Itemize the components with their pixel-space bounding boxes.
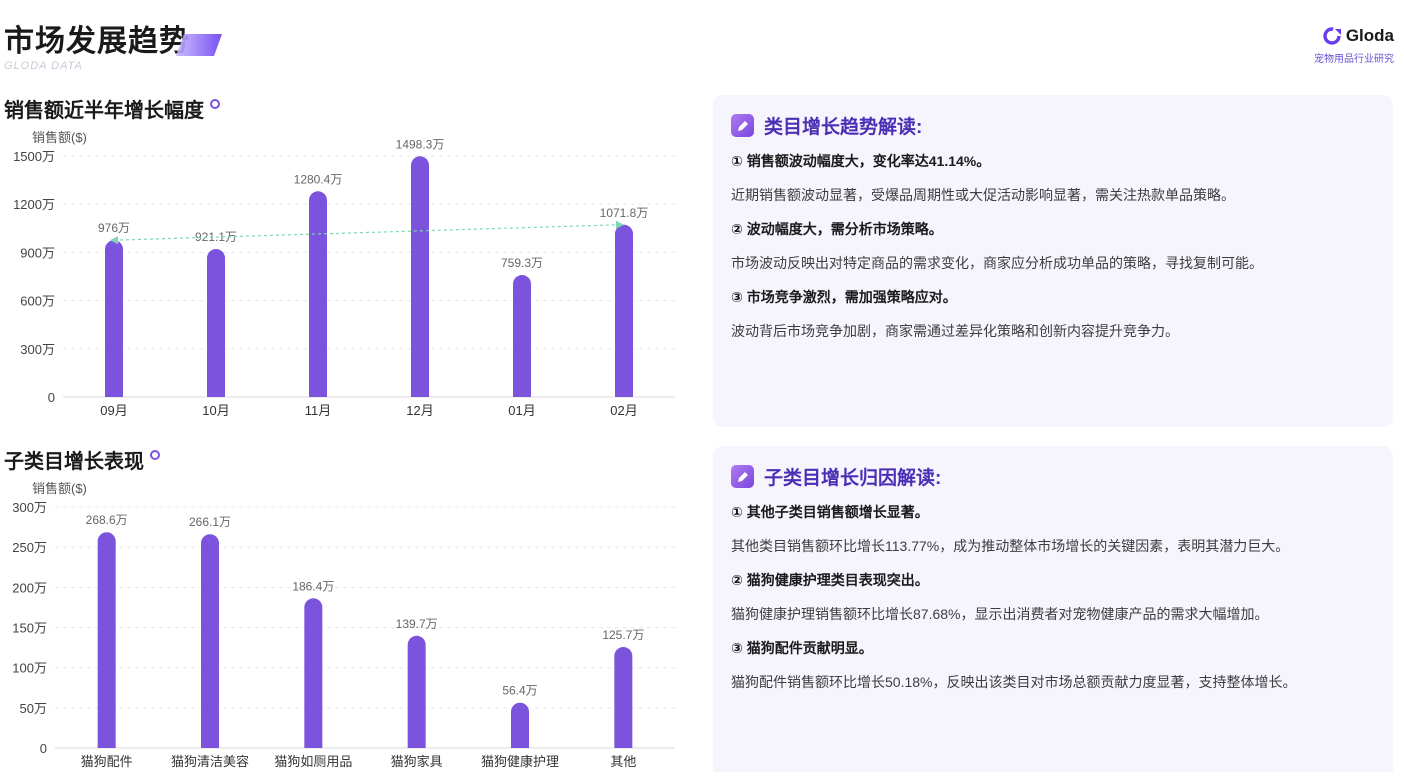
sub-insight-panel: 子类目增长归因解读: ① 其他子类目销售额增长显著。 其他类目销售额环比增长11… xyxy=(713,446,1393,772)
bar xyxy=(411,156,429,397)
x-tick-label: 11月 xyxy=(305,403,332,418)
trend-line xyxy=(113,224,619,241)
insight-item: ③ 猫狗配件贡献明显。 猫狗配件销售额环比增长50.18%，反映出该类目对市场总… xyxy=(731,638,1375,692)
bar xyxy=(105,240,123,397)
title-dot-icon xyxy=(210,98,220,109)
x-tick-label: 01月 xyxy=(508,403,535,418)
x-tick-label: 其他 xyxy=(610,754,636,769)
bar xyxy=(513,275,531,397)
y-tick-label: 150万 xyxy=(12,621,47,636)
y-tick-label: 250万 xyxy=(12,540,47,555)
trend-panel-title: 类目增长趋势解读: xyxy=(764,117,923,138)
bar xyxy=(207,249,225,397)
brand-tagline: 宠物用品行业研究 xyxy=(1314,54,1394,65)
y-tick-label: 300万 xyxy=(12,500,47,515)
bar xyxy=(407,635,426,748)
insight-item: ① 销售额波动幅度大，变化率达41.14%。 近期销售额波动显著，受爆品周期性或… xyxy=(731,151,1375,205)
chart-svg: 销售额($)0300万600万900万1200万1500万976万09月921.… xyxy=(13,130,675,418)
sub-section-title: 子类目增长表现 xyxy=(4,445,160,474)
bar xyxy=(304,598,323,748)
bar-value-label: 186.4万 xyxy=(292,579,334,593)
x-tick-label: 猫狗清洁美容 xyxy=(171,754,249,769)
x-tick-label: 猫狗健康护理 xyxy=(481,754,559,769)
page-title: 市场发展趋势 xyxy=(4,25,190,58)
y-tick-label: 900万 xyxy=(20,245,55,260)
bar-value-label: 125.7万 xyxy=(602,628,644,642)
bar-value-label: 266.1万 xyxy=(189,515,231,529)
bar-value-label: 759.3万 xyxy=(501,256,543,270)
y-tick-label: 300万 xyxy=(20,342,55,357)
bar xyxy=(201,534,219,748)
insight-body: 波动背后市场竞争加剧，商家需通过差异化策略和创新内容提升竞争力。 xyxy=(731,323,1179,339)
bar-value-label: 1071.8万 xyxy=(600,206,649,220)
brand: Gloda 宠物用品行业研究 xyxy=(1314,26,1394,65)
x-tick-label: 猫狗如厕用品 xyxy=(274,754,352,769)
x-tick-label: 09月 xyxy=(100,403,127,418)
bar xyxy=(97,532,116,748)
page-subtitle: GLODA DATA xyxy=(4,60,83,72)
pen-icon xyxy=(731,114,754,137)
y-tick-label: 50万 xyxy=(20,701,47,716)
insight-item: ① 其他子类目销售额增长显著。 其他类目销售额环比增长113.77%，成为推动整… xyxy=(731,502,1375,556)
insight-head: ③ 猫狗配件贡献明显。 xyxy=(731,640,873,656)
y-tick-label: 1500万 xyxy=(13,149,55,164)
insight-body: 猫狗配件销售额环比增长50.18%，反映出该类目对市场总额贡献力度显著，支持整体… xyxy=(731,674,1297,690)
insight-item: ③ 市场竞争激烈，需加强策略应对。 波动背后市场竞争加剧，商家需通过差异化策略和… xyxy=(731,287,1375,341)
y-tick-label: 100万 xyxy=(12,661,47,676)
bar xyxy=(309,191,327,397)
bar-value-label: 268.6万 xyxy=(86,513,128,527)
y-tick-label: 0 xyxy=(48,390,55,405)
bar xyxy=(614,647,633,748)
chart-svg: 销售额($) 0 50万 100万 150万 200万 250万 300万 268.6万猫狗配件… xyxy=(12,481,675,769)
brand-logo-icon xyxy=(1323,27,1341,45)
insight-body: 猫狗健康护理销售额环比增长87.68%，显示出消费者对宠物健康产品的需求大幅增加… xyxy=(731,606,1269,622)
insight-item: ② 波动幅度大，需分析市场策略。 市场波动反映出对特定商品的需求变化，商家应分析… xyxy=(731,219,1375,273)
insight-head: ② 波动幅度大，需分析市场策略。 xyxy=(731,221,943,237)
insight-head: ③ 市场竞争激烈，需加强策略应对。 xyxy=(731,289,957,305)
insight-body: 其他类目销售额环比增长113.77%，成为推动整体市场增长的关键因素，表明其潜力… xyxy=(731,538,1290,554)
insight-head: ② 猫狗健康护理类目表现突出。 xyxy=(731,572,929,588)
trend-bar-chart: 销售额($)0300万600万900万1200万1500万976万09月921.… xyxy=(0,126,690,431)
insight-item: ② 猫狗健康护理类目表现突出。 猫狗健康护理销售额环比增长87.68%，显示出消… xyxy=(731,570,1375,624)
insight-head: ① 销售额波动幅度大，变化率达41.14%。 xyxy=(731,153,991,169)
insight-body: 近期销售额波动显著，受爆品周期性或大促活动影响显著，需关注热款单品策略。 xyxy=(731,187,1235,203)
bar-value-label: 1280.4万 xyxy=(294,172,343,186)
y-axis-label: 销售额($) xyxy=(32,130,87,145)
y-tick-label: 600万 xyxy=(20,294,55,309)
y-tick-label: 200万 xyxy=(12,580,47,595)
pen-icon xyxy=(731,465,754,488)
trend-section-title-text: 销售额近半年增长幅度 xyxy=(4,100,204,122)
insight-head: ① 其他子类目销售额增长显著。 xyxy=(731,504,929,520)
insight-body: 市场波动反映出对特定商品的需求变化，商家应分析成功单品的策略，寻找复制可能。 xyxy=(731,255,1263,271)
sub-panel-title: 子类目增长归因解读: xyxy=(764,468,942,489)
trend-insight-panel: 类目增长趋势解读: ① 销售额波动幅度大，变化率达41.14%。 近期销售额波动… xyxy=(713,95,1393,427)
subcategory-bar-chart: 销售额($) 0 50万 100万 150万 200万 250万 300万 268.6万 猫狗配件… xyxy=(0,477,690,777)
title-decoration-icon xyxy=(176,34,222,56)
sub-section-title-text: 子类目增长表现 xyxy=(4,451,144,473)
bar-value-label: 1498.3万 xyxy=(396,137,445,151)
title-dot-icon xyxy=(150,449,160,460)
trend-section-title: 销售额近半年增长幅度 xyxy=(4,94,220,123)
bar-value-label: 139.7万 xyxy=(396,617,438,631)
y-tick-label: 0 xyxy=(40,741,47,756)
y-axis-label: 销售额($) xyxy=(32,481,87,496)
y-tick-label: 1200万 xyxy=(13,197,55,212)
bar xyxy=(615,224,633,397)
x-tick-label: 猫狗配件 xyxy=(81,754,133,769)
x-tick-label: 02月 xyxy=(610,403,637,418)
x-tick-label: 12月 xyxy=(406,403,433,418)
x-tick-label: 猫狗家具 xyxy=(391,754,443,769)
bar xyxy=(511,702,529,748)
x-tick-label: 10月 xyxy=(202,403,229,418)
bar-value-label: 56.4万 xyxy=(502,684,537,698)
bar-value-label: 976万 xyxy=(98,221,130,235)
brand-name: Gloda xyxy=(1345,26,1394,45)
